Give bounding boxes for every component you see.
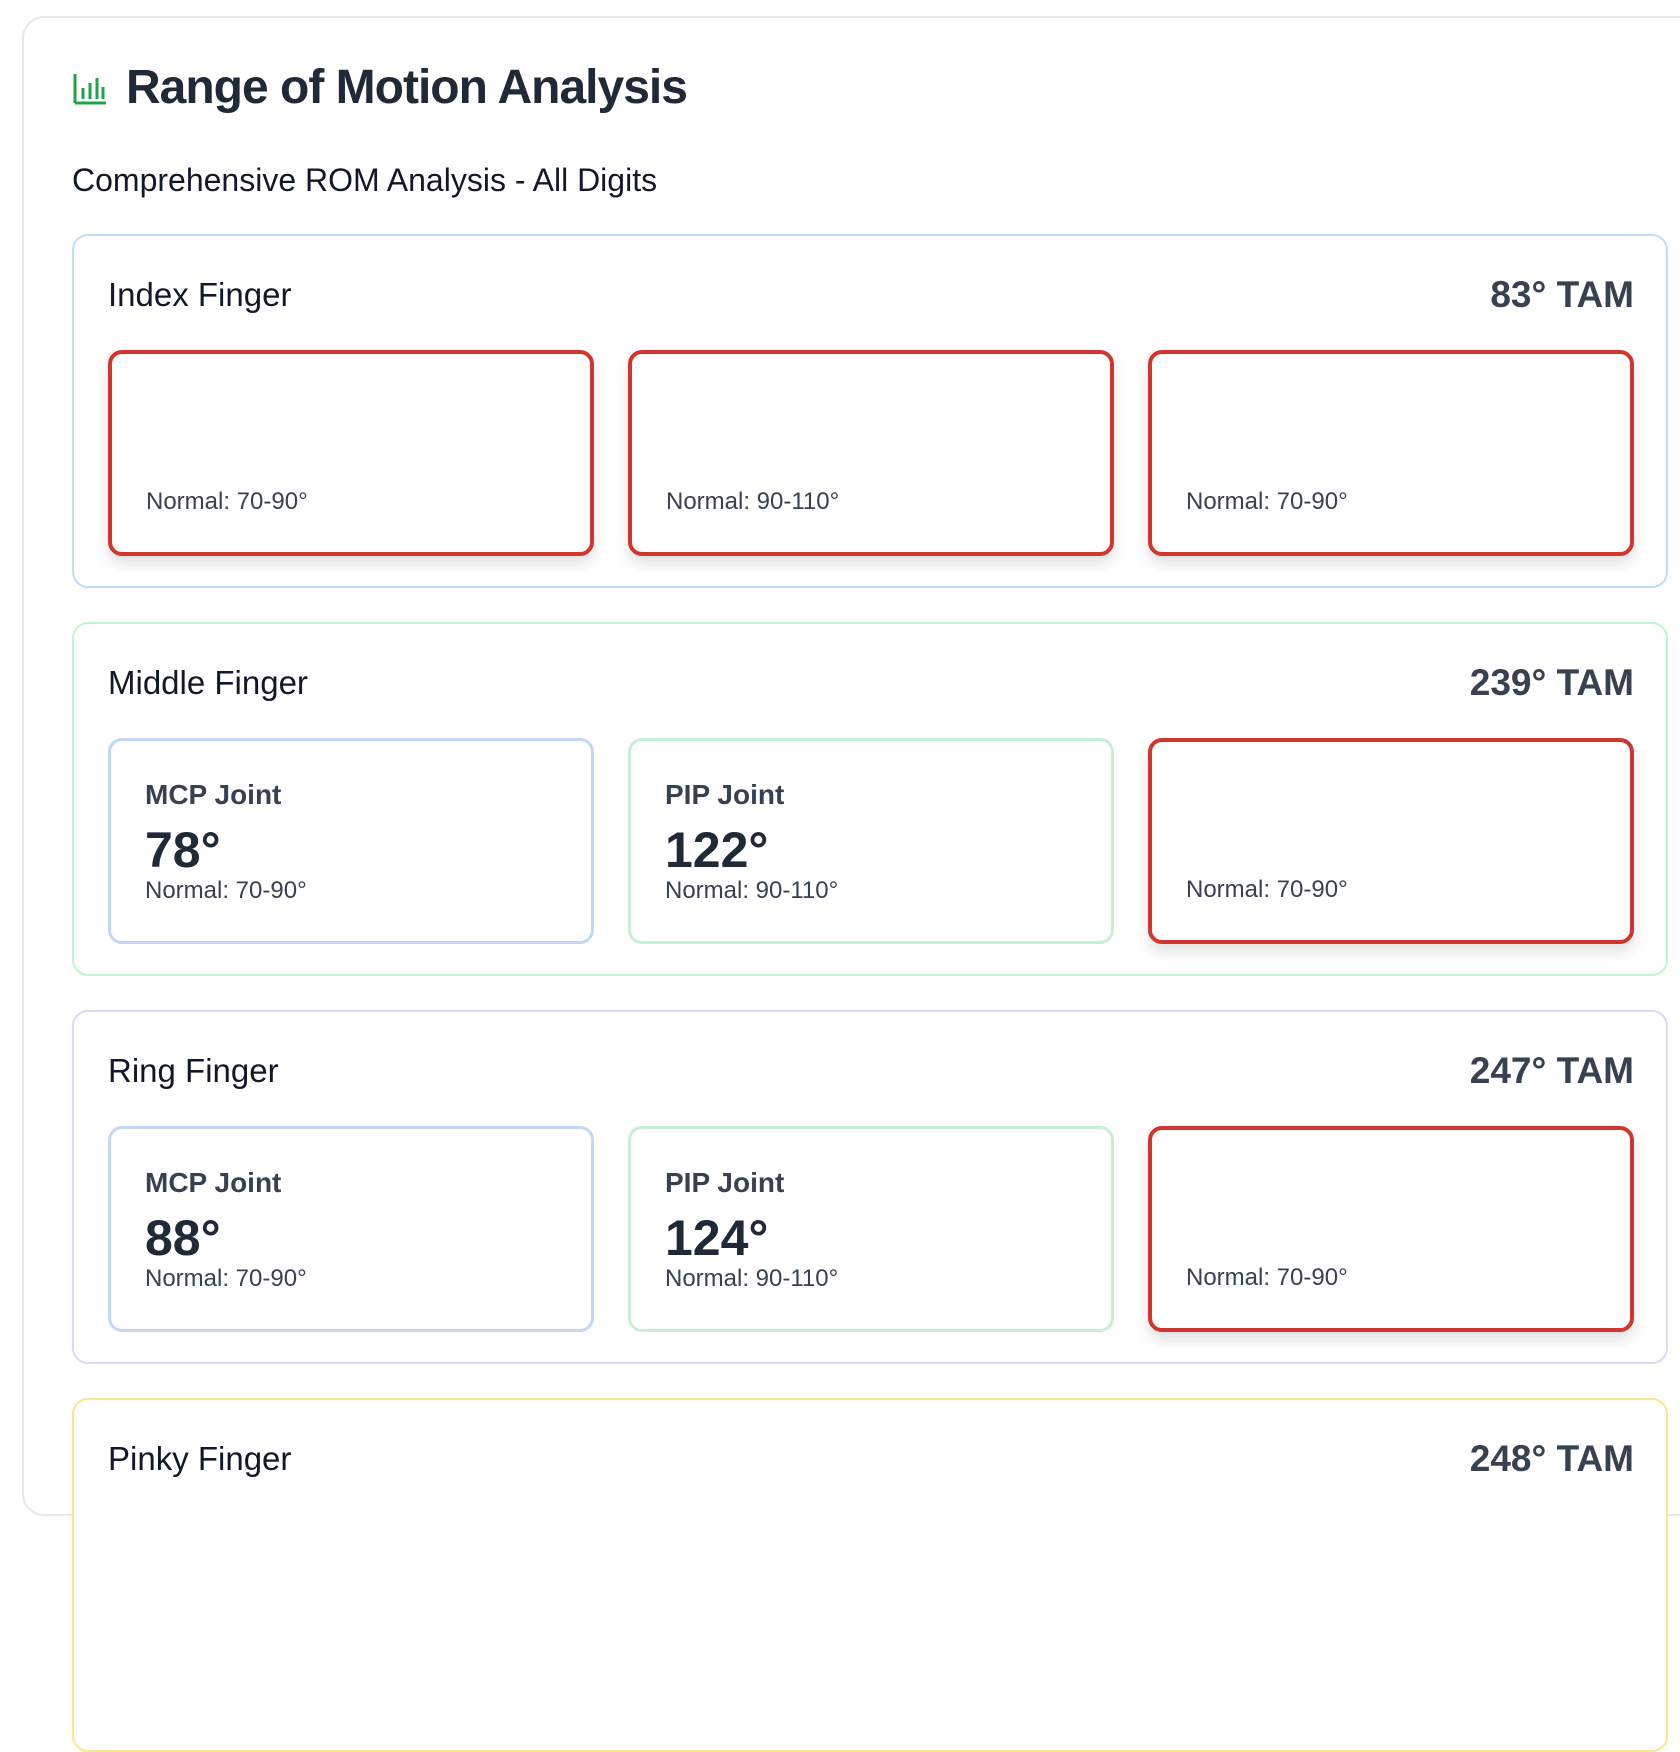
joint-card-pip[interactable]: PIP Joint 122° Normal: 90-110° (628, 738, 1114, 944)
analysis-subtitle: Comprehensive ROM Analysis - All Digits (72, 162, 658, 198)
joint-card-pip[interactable]: Normal: 90-110° (628, 350, 1114, 556)
joint-normal-range: Normal: 70-90° (145, 1265, 307, 1292)
joint-normal-range: Normal: 70-90° (1186, 1264, 1348, 1291)
finger-card-pinky: Pinky Finger 248° TAM (72, 1398, 1668, 1752)
joint-card-dip[interactable]: Normal: 70-90° (1148, 1126, 1634, 1332)
finger-tam-value: 248° TAM (1469, 1438, 1634, 1479)
joint-value: 78° (145, 822, 221, 878)
joint-label: PIP Joint (665, 779, 785, 810)
joint-normal-range: Normal: 70-90° (145, 877, 307, 904)
joint-card-pip[interactable]: PIP Joint 124° Normal: 90-110° (628, 1126, 1114, 1332)
section-header: Range of Motion Analysis (72, 60, 688, 115)
joint-label: MCP Joint (145, 1167, 282, 1198)
joint-normal-range: Normal: 90-110° (665, 877, 839, 904)
finger-name: Index Finger (108, 276, 292, 313)
bar-chart-icon (72, 70, 108, 106)
joint-normal-range: Normal: 70-90° (146, 488, 308, 515)
joint-card-mcp[interactable]: MCP Joint 78° Normal: 70-90° (108, 738, 594, 944)
joint-label: MCP Joint (145, 779, 282, 810)
finger-tam-value: 247° TAM (1469, 1050, 1634, 1091)
finger-card-ring: Ring Finger 247° TAM MCP Joint 88° Norma… (72, 1010, 1668, 1364)
joint-card-dip[interactable]: Normal: 70-90° (1148, 350, 1634, 556)
joint-normal-range: Normal: 90-110° (666, 488, 840, 515)
joint-normal-range: Normal: 70-90° (1186, 488, 1348, 515)
page-title: Range of Motion Analysis (126, 61, 688, 114)
joint-value: 124° (665, 1210, 769, 1266)
finger-tam-value: 239° TAM (1469, 662, 1634, 703)
joint-value: 122° (665, 822, 769, 878)
joint-normal-range: Normal: 70-90° (1186, 876, 1348, 903)
joint-label: PIP Joint (665, 1167, 785, 1198)
finger-name: Middle Finger (108, 664, 308, 701)
finger-card-middle: Middle Finger 239° TAM MCP Joint 78° Nor… (72, 622, 1668, 976)
finger-name: Pinky Finger (108, 1440, 292, 1477)
finger-name: Ring Finger (108, 1052, 279, 1089)
joint-card-dip[interactable]: Normal: 70-90° (1148, 738, 1634, 944)
joint-normal-range: Normal: 90-110° (665, 1265, 839, 1292)
finger-card-index: Index Finger 83° TAM Normal: 70-90° Norm… (72, 234, 1668, 588)
joint-value: 88° (145, 1210, 221, 1266)
joint-card-mcp[interactable]: Normal: 70-90° (108, 350, 594, 556)
joint-card-mcp[interactable]: MCP Joint 88° Normal: 70-90° (108, 1126, 594, 1332)
finger-tam-value: 83° TAM (1490, 274, 1634, 315)
